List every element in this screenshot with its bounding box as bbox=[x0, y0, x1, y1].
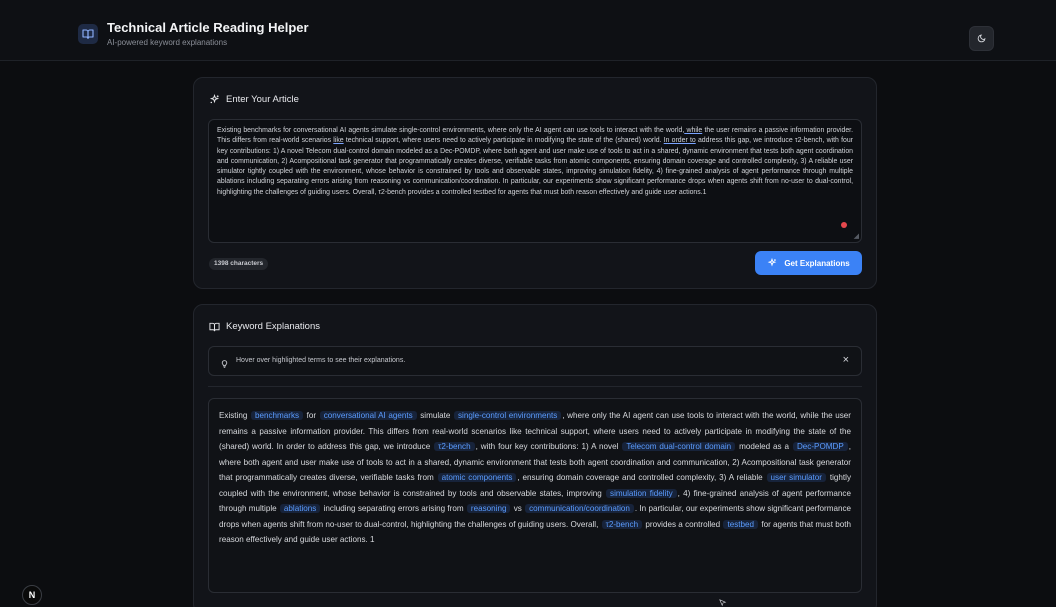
article-textarea[interactable]: Existing benchmarks for conversational A… bbox=[208, 119, 862, 243]
mouse-cursor-icon bbox=[719, 599, 727, 607]
keyword-term[interactable]: simulation fidelity bbox=[606, 488, 677, 498]
keyword-term[interactable]: conversational AI agents bbox=[319, 411, 417, 420]
spellcheck-indicator bbox=[841, 222, 847, 228]
character-count-badge: 1398 characters bbox=[209, 258, 269, 270]
explanations-card-title: Keyword Explanations bbox=[209, 321, 320, 332]
theme-toggle-button[interactable] bbox=[969, 26, 994, 51]
keyword-term[interactable]: Dec-POMDP bbox=[792, 442, 848, 451]
keyword-term[interactable]: single-control environments bbox=[453, 411, 562, 420]
sparkles-icon bbox=[209, 94, 220, 104]
keyword-term[interactable]: benchmarks bbox=[250, 411, 304, 420]
keyword-term[interactable]: testbed bbox=[723, 519, 759, 529]
divider bbox=[208, 386, 862, 387]
moon-icon bbox=[977, 34, 986, 43]
keyword-term[interactable]: τ2-bench bbox=[601, 519, 643, 529]
app-title: Technical Article Reading Helper bbox=[107, 20, 309, 35]
book-open-icon bbox=[209, 322, 220, 331]
devtools-badge[interactable]: N bbox=[22, 585, 42, 605]
hint-banner: Hover over highlighted terms to see thei… bbox=[208, 346, 862, 376]
highlighted-article: Existing benchmarks for conversational A… bbox=[208, 398, 862, 593]
keyword-term[interactable]: communication/coordination bbox=[525, 504, 634, 513]
app-header: Technical Article Reading Helper AI-powe… bbox=[0, 0, 1056, 61]
keyword-term[interactable]: ablations bbox=[279, 504, 321, 513]
close-icon[interactable]: × bbox=[843, 354, 849, 366]
get-explanations-button[interactable]: Get Explanations bbox=[755, 251, 862, 275]
resize-handle[interactable]: ◢ bbox=[854, 233, 859, 240]
article-input-card: Enter Your Article Existing benchmarks f… bbox=[193, 77, 877, 289]
input-card-title-text: Enter Your Article bbox=[226, 94, 299, 105]
keyword-term[interactable]: τ2-bench bbox=[434, 442, 475, 451]
keyword-term[interactable]: atomic components bbox=[437, 473, 517, 482]
lightbulb-icon bbox=[220, 356, 229, 374]
keyword-term[interactable]: Telecom dual-control domain bbox=[622, 442, 736, 451]
keyword-term[interactable]: user simulator bbox=[766, 473, 826, 482]
explanations-card-title-text: Keyword Explanations bbox=[226, 321, 320, 332]
book-open-icon bbox=[78, 24, 98, 44]
keyword-explanations-card: Keyword Explanations Hover over highligh… bbox=[193, 304, 877, 607]
sparkles-icon bbox=[767, 258, 777, 267]
hint-text: Hover over highlighted terms to see thei… bbox=[236, 357, 406, 364]
input-card-title: Enter Your Article bbox=[209, 94, 299, 105]
get-explanations-label: Get Explanations bbox=[784, 258, 850, 268]
app-subtitle: AI-powered keyword explanations bbox=[107, 38, 228, 47]
keyword-term[interactable]: reasoning bbox=[466, 504, 511, 513]
